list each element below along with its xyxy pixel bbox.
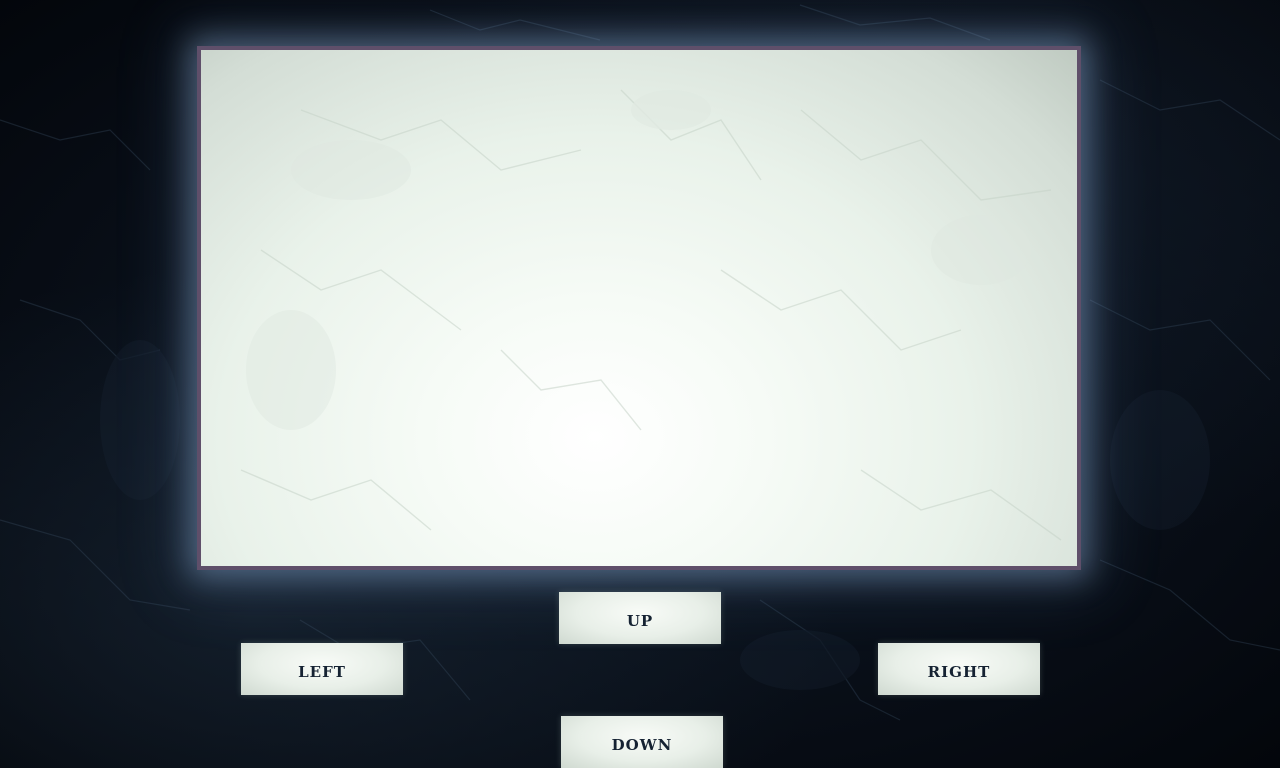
game-display-screen: [197, 46, 1081, 570]
right-button-label: RIGHT: [927, 656, 991, 682]
right-button[interactable]: RIGHT: [878, 643, 1040, 695]
up-button[interactable]: UP: [559, 592, 721, 644]
left-button-label: LEFT: [298, 656, 346, 682]
screen-texture: [240, 89, 1062, 541]
up-button-label: UP: [626, 605, 654, 631]
down-button[interactable]: DOWN: [561, 716, 723, 768]
down-button-label: DOWN: [611, 729, 673, 755]
left-button[interactable]: LEFT: [241, 643, 403, 695]
